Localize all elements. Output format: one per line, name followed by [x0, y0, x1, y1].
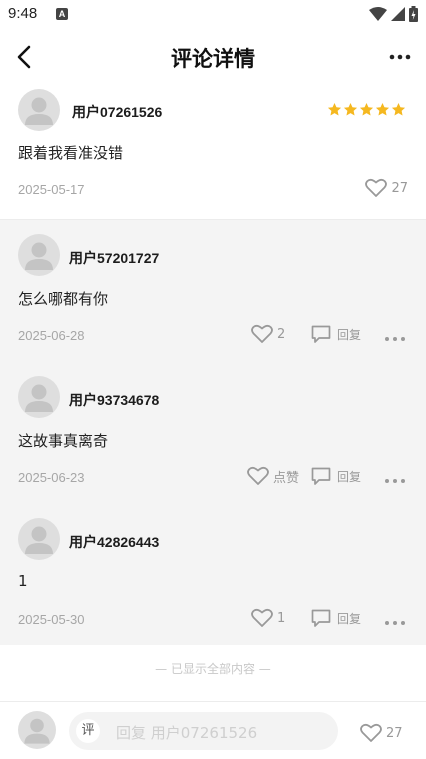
- reply-button[interactable]: 回复: [311, 325, 361, 344]
- star-icon: [391, 102, 406, 116]
- reply-date: 2025-05-30: [18, 612, 85, 627]
- comment-icon: [311, 325, 331, 343]
- battery-icon: [409, 6, 418, 22]
- like-count: 2: [277, 326, 286, 342]
- reply-button[interactable]: 回复: [311, 467, 361, 486]
- more-horizontal-icon: [385, 621, 405, 625]
- reply-input-placeholder[interactable]: 回复 用户07261526: [116, 722, 257, 743]
- like-button[interactable]: 27: [360, 723, 403, 743]
- default-avatar-icon: [24, 718, 50, 744]
- comment-date: 2025-05-17: [18, 182, 85, 197]
- reply-username[interactable]: 用户93734678: [69, 390, 159, 410]
- comment-username[interactable]: 用户07261526: [72, 102, 162, 122]
- star-icon: [327, 102, 342, 116]
- default-avatar-icon: [25, 97, 53, 125]
- reply-item: 用户57201727 怎么哪都有你 2025-06-28 2 回复: [0, 220, 426, 362]
- reply-label: 回复: [337, 328, 362, 342]
- status-icons: [369, 6, 418, 22]
- comment-icon: [311, 609, 331, 627]
- replies-list: 用户57201727 怎么哪都有你 2025-06-28 2 回复 用户9373…: [0, 219, 426, 645]
- reply-text: 这故事真离奇: [18, 432, 109, 450]
- more-options-button[interactable]: [384, 470, 406, 484]
- page-title: 评论详情: [171, 46, 255, 71]
- heart-icon: [247, 466, 269, 485]
- avatar[interactable]: [18, 89, 60, 131]
- status-bar: 9:48 A: [0, 0, 426, 30]
- rating-stars: [327, 102, 406, 117]
- heart-icon: [360, 723, 382, 742]
- reply-date: 2025-06-28: [18, 328, 85, 343]
- avatar[interactable]: [18, 376, 60, 418]
- more-options-button[interactable]: [384, 612, 406, 626]
- like-button[interactable]: 2: [251, 324, 285, 344]
- more-horizontal-icon: [385, 479, 405, 483]
- reply-date: 2025-06-23: [18, 470, 85, 485]
- default-avatar-icon: [25, 526, 53, 554]
- reply-item: 用户93734678 这故事真离奇 2025-06-23 点赞 回复: [0, 362, 426, 504]
- default-avatar-icon: [25, 242, 53, 270]
- reply-label: 回复: [337, 612, 362, 626]
- main-comment: 用户07261526 跟着我看准没错 2025-05-17 27: [0, 84, 426, 219]
- star-icon: [359, 102, 374, 116]
- like-count: 27: [386, 725, 403, 741]
- like-count: 27: [391, 180, 408, 196]
- comment-text: 跟着我看准没错: [18, 144, 124, 162]
- status-time: 9:48: [8, 5, 38, 22]
- avatar[interactable]: [18, 518, 60, 560]
- like-label: 点赞: [273, 470, 300, 486]
- heart-icon: [365, 178, 388, 197]
- notification-icon: A: [56, 8, 68, 20]
- heart-icon: [251, 324, 273, 343]
- reply-button[interactable]: 回复: [311, 609, 361, 628]
- heart-icon: [251, 608, 273, 627]
- bottom-reply-bar: 评 回复 用户07261526 27: [0, 701, 426, 759]
- like-count: 1: [277, 610, 286, 626]
- like-button[interactable]: 点赞: [247, 466, 299, 486]
- reply-text: 怎么哪都有你: [18, 290, 109, 308]
- more-horizontal-icon: [389, 54, 411, 60]
- avatar: [18, 711, 56, 749]
- reply-text: 1: [18, 572, 28, 590]
- avatar[interactable]: [18, 234, 60, 276]
- end-of-list-note: — 已显示全部内容 —: [155, 662, 271, 676]
- reply-label: 回复: [337, 470, 362, 484]
- reply-username[interactable]: 用户57201727: [69, 248, 159, 268]
- wifi-icon: [369, 7, 387, 21]
- like-button[interactable]: 1: [251, 608, 285, 628]
- star-icon: [343, 102, 358, 116]
- more-button[interactable]: [386, 44, 414, 70]
- star-icon: [375, 102, 390, 116]
- comment-badge: 评: [76, 719, 100, 743]
- comment-icon: [311, 467, 331, 485]
- like-button[interactable]: 27: [365, 178, 408, 198]
- header: 评论详情: [0, 30, 426, 84]
- more-horizontal-icon: [385, 337, 405, 341]
- default-avatar-icon: [25, 384, 53, 412]
- signal-icon: [391, 7, 405, 21]
- reply-username[interactable]: 用户42826443: [69, 532, 159, 552]
- more-options-button[interactable]: [384, 328, 406, 342]
- reply-item: 用户42826443 1 2025-05-30 1 回复: [0, 504, 426, 646]
